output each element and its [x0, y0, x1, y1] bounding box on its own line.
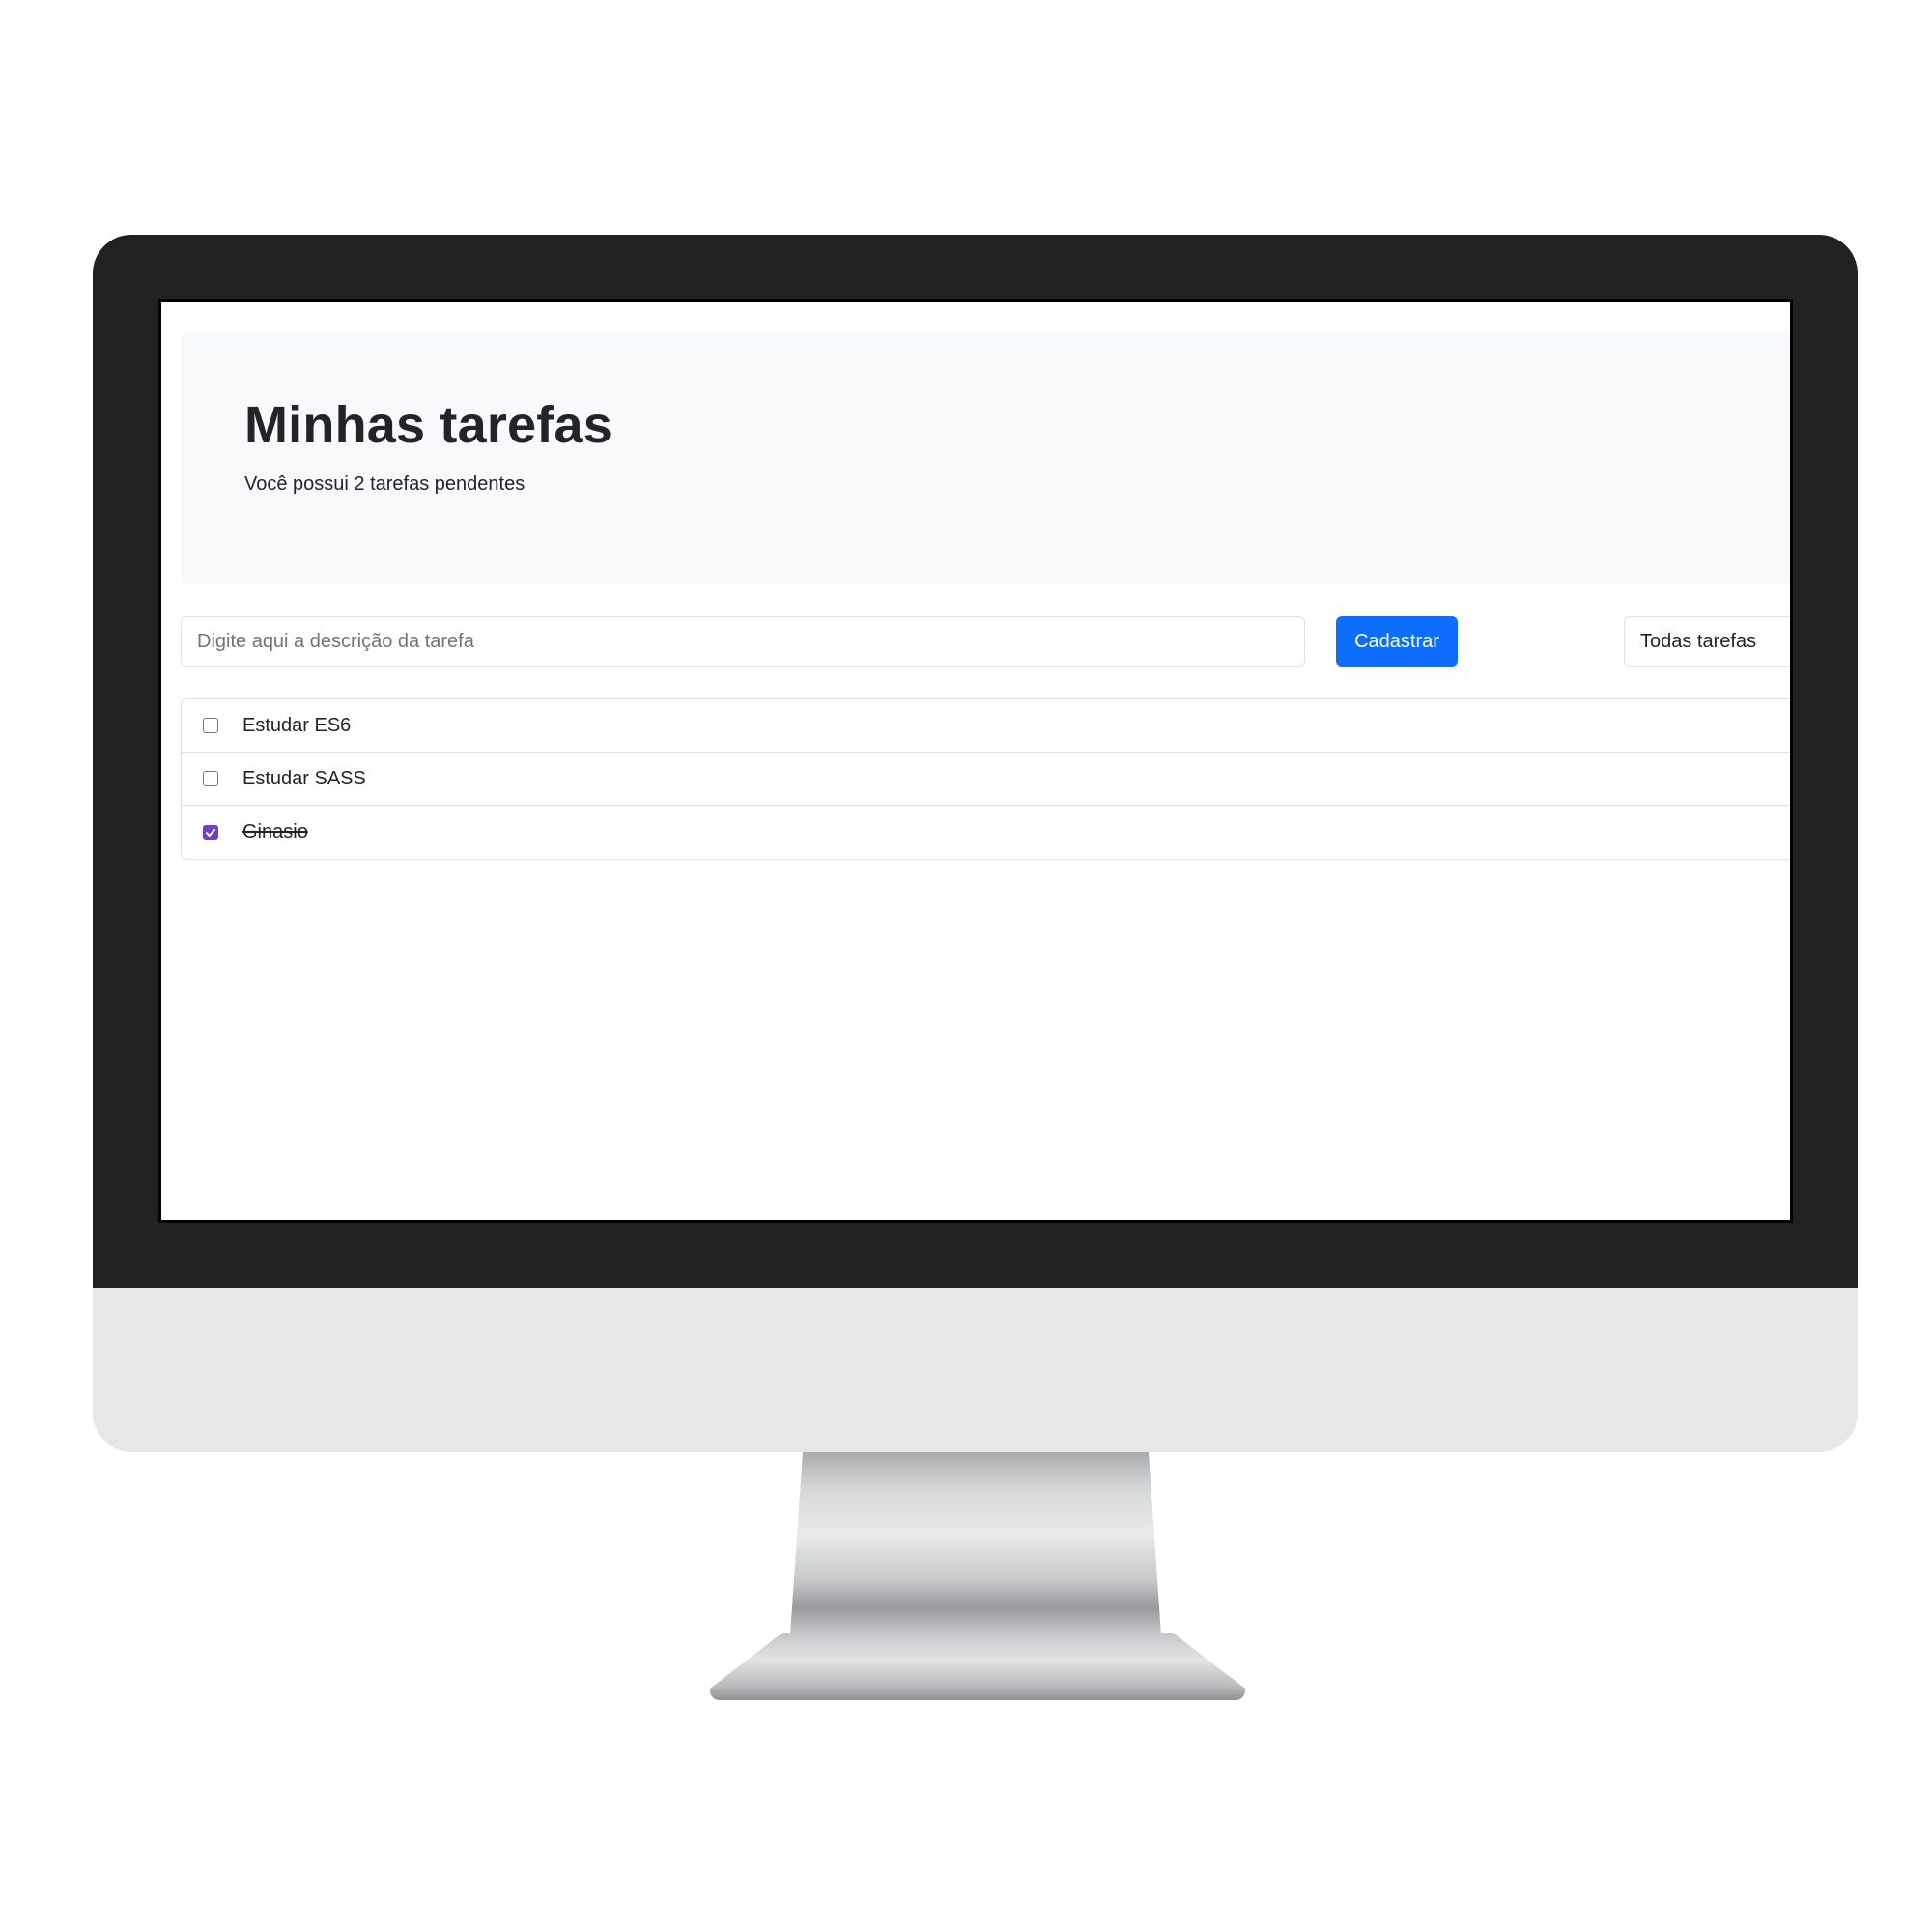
- task-checkbox[interactable]: [203, 718, 218, 733]
- monitor-mockup: Minhas tarefas Você possui 2 tarefas pen…: [0, 0, 1932, 1932]
- cadastrar-button[interactable]: Cadastrar: [1336, 616, 1458, 667]
- check-icon: [206, 828, 215, 837]
- task-item: Estudar ES6: [182, 699, 1790, 753]
- monitor-stand-base: [710, 1633, 1245, 1700]
- monitor-chin: [93, 1288, 1858, 1452]
- page-header: Minhas tarefas Você possui 2 tarefas pen…: [181, 331, 1790, 584]
- task-label: Estudar SASS: [242, 767, 366, 789]
- task-label: Estudar ES6: [242, 714, 352, 736]
- page-title: Minhas tarefas: [244, 396, 612, 454]
- task-checkbox[interactable]: [203, 824, 218, 840]
- task-description-input[interactable]: [181, 616, 1305, 667]
- pending-count-text: Você possui 2 tarefas pendentes: [244, 473, 526, 495]
- task-item: Estudar SASS: [182, 753, 1790, 806]
- monitor-stand-neck: [790, 1452, 1161, 1635]
- task-checkbox[interactable]: [203, 771, 218, 786]
- monitor-screen: Minhas tarefas Você possui 2 tarefas pen…: [158, 299, 1793, 1223]
- task-list: Estudar ES6 Estudar SASS Ginasio: [181, 698, 1790, 860]
- task-item: Ginasio: [182, 806, 1790, 859]
- task-filter-select[interactable]: Todas tarefas: [1624, 616, 1790, 667]
- task-label: Ginasio: [242, 821, 308, 842]
- task-filter-selected-value: Todas tarefas: [1640, 630, 1757, 652]
